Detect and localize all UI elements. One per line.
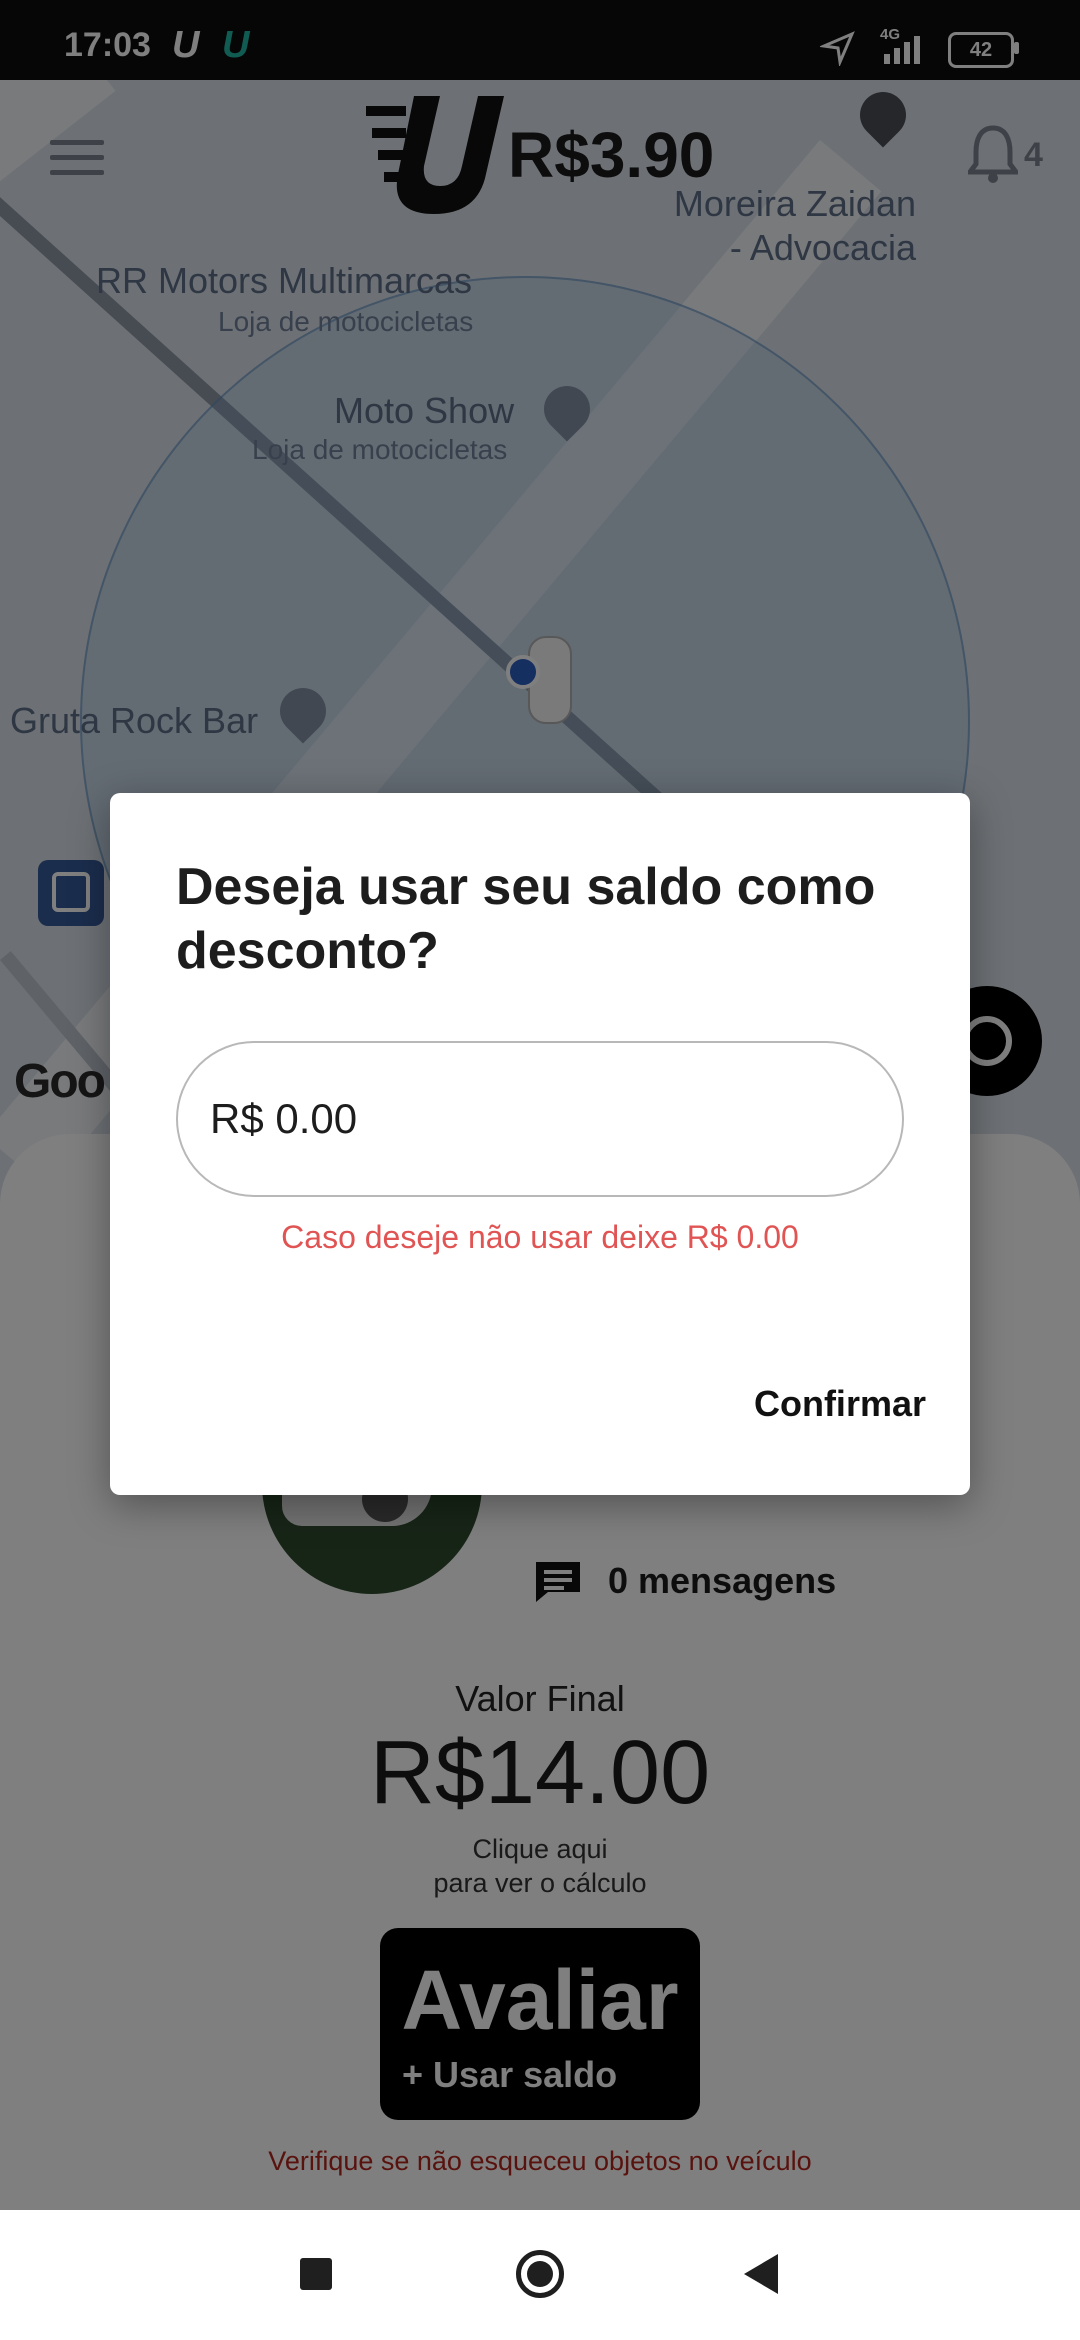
dialog-title: Deseja usar seu saldo como desconto?: [176, 858, 876, 980]
recent-apps-icon[interactable]: [300, 2258, 332, 2290]
confirm-button[interactable]: Confirmar: [754, 1383, 926, 1425]
back-icon[interactable]: [744, 2254, 778, 2294]
dialog-hint: Caso deseje não usar deixe R$ 0.00: [281, 1219, 799, 1255]
use-balance-dialog: Deseja usar seu saldo como desconto? Cas…: [110, 793, 970, 1495]
balance-discount-input[interactable]: [176, 1041, 904, 1197]
home-icon-inner: [527, 2261, 553, 2287]
